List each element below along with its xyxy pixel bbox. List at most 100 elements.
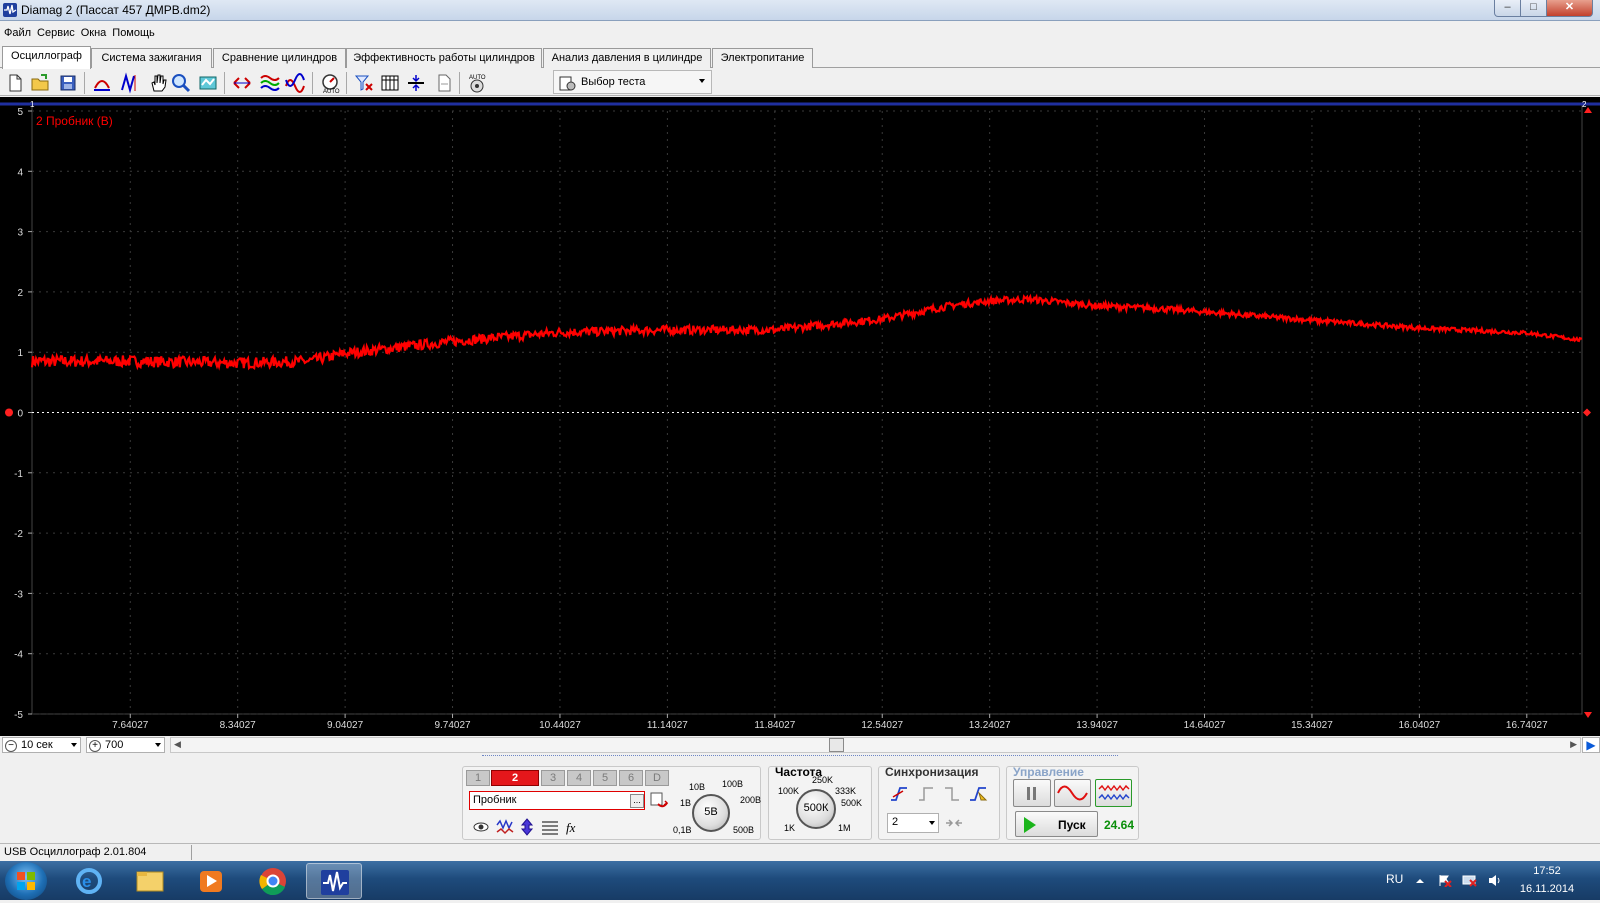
- auto-scale-icon[interactable]: AUTO: [319, 72, 341, 95]
- close-button[interactable]: ✕: [1546, 0, 1593, 17]
- start-button[interactable]: [5, 862, 47, 900]
- channel-5-button[interactable]: 5: [593, 770, 617, 786]
- channel-2-button[interactable]: 2: [491, 770, 539, 786]
- pause-button[interactable]: [1013, 779, 1051, 807]
- measure-icon[interactable]: [118, 72, 140, 94]
- eye-icon[interactable]: [471, 817, 493, 839]
- center-line-icon[interactable]: [405, 72, 427, 94]
- freq-label-250k: 250K: [812, 775, 834, 785]
- tab-ignition[interactable]: Система зажигания: [91, 48, 212, 68]
- clock-time[interactable]: 17:52: [1512, 865, 1582, 877]
- vertical-shift-icon[interactable]: [517, 817, 539, 839]
- oscilloscope-plot[interactable]: 5 4 3 2 1 0 -1 -2 -3 -4 -5 7.64027 8.34027 9.04027 9.…: [0, 97, 1600, 736]
- y-tick-label: 1: [17, 348, 23, 359]
- menu-windows[interactable]: Окна: [77, 24, 109, 39]
- knob-label-200v: 200В: [740, 795, 762, 805]
- multi-trace-icon[interactable]: [259, 72, 281, 94]
- scroll-thumb[interactable]: [829, 738, 844, 752]
- channel-6-button[interactable]: 6: [619, 770, 643, 786]
- channel-1-button[interactable]: 1: [466, 770, 490, 786]
- svg-text:e: e: [82, 872, 91, 891]
- scroll-right-icon[interactable]: ▶: [1570, 739, 1577, 750]
- sync-auto-icon[interactable]: [967, 783, 989, 805]
- function-icon[interactable]: fx: [563, 817, 585, 839]
- file-explorer-icon[interactable]: [122, 863, 178, 899]
- maximize-button[interactable]: □: [1520, 0, 1547, 17]
- toolbar: AUTO AUTO Выбор теста: [0, 69, 1600, 96]
- probe-browse-button[interactable]: ...: [630, 794, 644, 808]
- action-center-icon[interactable]: [1438, 874, 1452, 888]
- horizontal-scrollbar[interactable]: ◀ ▶: [170, 737, 1581, 753]
- lines-icon[interactable]: [540, 817, 562, 839]
- multi-mode-button[interactable]: [1095, 779, 1132, 807]
- x-tick-label: 13.24027: [969, 720, 1011, 731]
- overlay-icon[interactable]: [284, 72, 306, 94]
- zoom-in-icon[interactable]: +: [89, 740, 101, 752]
- zero-marker-right[interactable]: [1583, 408, 1591, 417]
- zoom-icon[interactable]: [170, 72, 192, 94]
- channel-4-button[interactable]: 4: [567, 770, 591, 786]
- sync-arrows-icon[interactable]: [943, 812, 965, 834]
- probe-field[interactable]: Пробник ...: [469, 791, 645, 810]
- compress-icon[interactable]: [231, 72, 253, 94]
- y-tick-label: -3: [14, 589, 23, 600]
- freq-label-1m: 1M: [838, 823, 851, 833]
- fit-view-icon[interactable]: [197, 72, 219, 94]
- frequency-knob[interactable]: 500К: [796, 789, 836, 829]
- scale-down-marker[interactable]: [1584, 712, 1592, 718]
- filter-icon[interactable]: [353, 72, 375, 94]
- tab-oscilloscope[interactable]: Осциллограф: [2, 46, 91, 69]
- show-hidden-icons-icon[interactable]: [1413, 874, 1427, 887]
- test-select-dropdown[interactable]: Выбор теста: [553, 70, 712, 94]
- sync-falling-icon[interactable]: [941, 783, 963, 805]
- timebase-select[interactable]: − 10 сек: [2, 737, 81, 753]
- tab-cylinder-pressure[interactable]: Анализ давления в цилиндре: [543, 48, 711, 68]
- position-slider[interactable]: [482, 755, 1118, 758]
- language-indicator[interactable]: RU: [1386, 872, 1403, 886]
- tab-cylinder-compare[interactable]: Сравнение цилиндров: [213, 48, 346, 68]
- volume-icon[interactable]: [1488, 874, 1502, 887]
- menu-service[interactable]: Сервис: [33, 24, 77, 39]
- sync-channel-select[interactable]: 2: [887, 813, 939, 833]
- media-player-icon[interactable]: [183, 863, 239, 899]
- channel-label: 2 Пробник (В): [36, 114, 113, 128]
- hand-pan-icon[interactable]: [147, 72, 169, 94]
- zoom-out-icon[interactable]: −: [5, 740, 17, 752]
- sync-front-icon[interactable]: [915, 783, 937, 805]
- new-file-icon[interactable]: [4, 72, 26, 94]
- sync-rising-icon[interactable]: [888, 783, 910, 805]
- run-button[interactable]: Пуск: [1015, 811, 1098, 837]
- x-tick-label: 11.14027: [647, 720, 688, 731]
- menu-help[interactable]: Помощь: [108, 24, 157, 39]
- cursor-mode-icon[interactable]: [91, 72, 113, 94]
- export-icon[interactable]: [433, 72, 455, 94]
- zero-marker-left[interactable]: [5, 408, 13, 417]
- zoom-select[interactable]: + 700: [86, 737, 165, 753]
- clock-date[interactable]: 16.11.2014: [1512, 883, 1582, 895]
- diamag-task-icon[interactable]: [306, 863, 362, 899]
- tab-cylinder-efficiency[interactable]: Эффективность работы цилиндров: [346, 48, 542, 68]
- minimize-button[interactable]: –: [1494, 0, 1521, 17]
- tab-power-supply[interactable]: Электропитание: [712, 48, 813, 68]
- network-icon[interactable]: [1462, 874, 1477, 887]
- sine-mode-button[interactable]: [1054, 779, 1091, 807]
- oscilloscope-screen[interactable]: 5 4 3 2 1 0 -1 -2 -3 -4 -5 7.64027 8.34027 9.04027 9.…: [0, 97, 1600, 736]
- save-icon[interactable]: [57, 72, 79, 94]
- noise-filter-icon[interactable]: [495, 817, 517, 839]
- internet-explorer-icon[interactable]: e: [61, 863, 117, 899]
- scroll-left-icon[interactable]: ◀: [174, 739, 181, 750]
- channel-d-button[interactable]: D: [645, 770, 669, 786]
- voltage-knob[interactable]: 5В: [692, 794, 730, 832]
- play-icon[interactable]: ▶: [1582, 737, 1600, 753]
- grid-icon[interactable]: [379, 72, 401, 94]
- auto-settings-icon[interactable]: AUTO: [466, 72, 488, 94]
- cursor-marker-right[interactable]: 2: [1582, 100, 1587, 109]
- cursor-marker-left[interactable]: 1: [30, 100, 35, 109]
- probe-settings-icon[interactable]: [648, 789, 670, 811]
- probe-value: Пробник: [473, 794, 517, 806]
- chrome-icon[interactable]: [245, 863, 301, 899]
- open-folder-icon[interactable]: [29, 72, 51, 94]
- channel-3-button[interactable]: 3: [541, 770, 565, 786]
- x-tick-label: 9.74027: [434, 720, 471, 731]
- menu-file[interactable]: Файл: [0, 24, 33, 39]
